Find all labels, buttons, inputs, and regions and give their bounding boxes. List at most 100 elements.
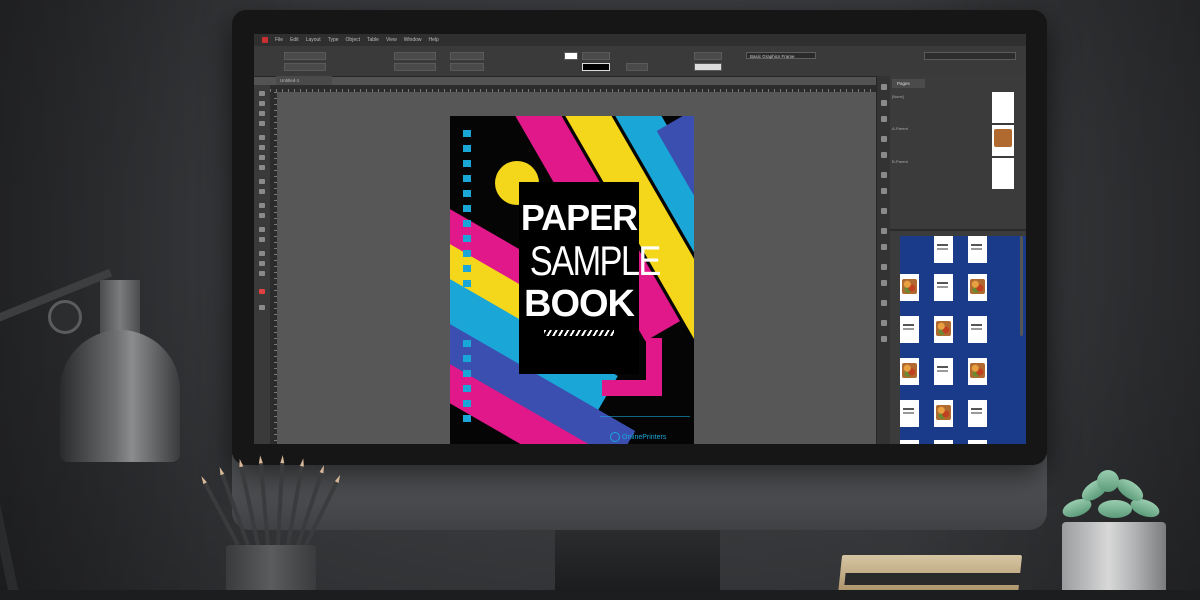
- table-panel-icon[interactable]: [881, 300, 887, 306]
- menu-window[interactable]: Window: [404, 37, 422, 43]
- type-tool-icon[interactable]: [259, 135, 265, 140]
- page-thumb-2[interactable]: [934, 236, 953, 263]
- page-thumb-5[interactable]: [934, 274, 953, 301]
- page-thumb-11[interactable]: [934, 358, 953, 385]
- free-transform-tool-icon[interactable]: [259, 213, 265, 218]
- book-cover-page[interactable]: PAPER SAMPLE BOOK OnlinePrinters: [450, 116, 694, 444]
- object-style-dropdown[interactable]: Basic Graphics Frame: [746, 52, 816, 59]
- logo-ring-icon: [610, 432, 620, 442]
- direct-selection-tool-icon[interactable]: [259, 101, 265, 106]
- x-field[interactable]: [284, 52, 326, 60]
- master-a-thumb[interactable]: [992, 125, 1014, 156]
- stroke-type-field[interactable]: [582, 63, 610, 71]
- panel-icon-strip: [876, 76, 891, 444]
- master-none-thumb[interactable]: [992, 92, 1014, 123]
- rectangle-tool-icon[interactable]: [259, 189, 265, 194]
- corner-bracket: [602, 338, 662, 396]
- gradient-panel-icon[interactable]: [881, 188, 887, 194]
- page-thumb-15[interactable]: [968, 400, 987, 427]
- menu-bar: File Edit Layout Type Object Table View …: [254, 34, 1026, 46]
- height-field[interactable]: [394, 63, 436, 71]
- menu-layout[interactable]: Layout: [306, 37, 321, 43]
- hatch-decoration: [544, 330, 614, 336]
- selection-tool-icon[interactable]: [259, 91, 265, 96]
- master-a-label[interactable]: A-Parent: [892, 126, 908, 131]
- scale-x-field[interactable]: [450, 52, 484, 60]
- master-b-label[interactable]: B-Parent: [892, 159, 908, 164]
- layers-panel-icon[interactable]: [881, 100, 887, 106]
- stroke-panel-icon[interactable]: [881, 136, 887, 142]
- gap-tool-icon[interactable]: [259, 121, 265, 126]
- line-tool-icon[interactable]: [259, 145, 265, 150]
- page-thumb-9[interactable]: [968, 316, 987, 343]
- eyedropper-tool-icon[interactable]: [259, 251, 265, 256]
- page-thumb-16[interactable]: [900, 440, 919, 444]
- pencil-tool-icon[interactable]: [259, 165, 265, 170]
- scale-y-field[interactable]: [450, 63, 484, 71]
- zoom-tool-icon[interactable]: [259, 271, 265, 276]
- menu-view[interactable]: View: [386, 37, 397, 43]
- master-none-label[interactable]: [None]: [892, 94, 904, 99]
- desk-lamp-shade: [60, 330, 180, 462]
- scissors-tool-icon[interactable]: [259, 203, 265, 208]
- cover-title-paper: PAPER: [520, 197, 638, 238]
- color-panel-icon[interactable]: [881, 172, 887, 178]
- page-thumb-17[interactable]: [934, 440, 953, 444]
- page-thumb-13[interactable]: [900, 400, 919, 427]
- dotted-column: [463, 130, 471, 430]
- page-thumb-10[interactable]: [900, 358, 919, 385]
- cc-libraries-panel-icon[interactable]: [881, 320, 887, 326]
- panel-divider: [890, 229, 1026, 231]
- menu-table[interactable]: Table: [367, 37, 379, 43]
- page-tool-icon[interactable]: [259, 111, 265, 116]
- page-thumb-4[interactable]: [900, 274, 919, 301]
- rectangle-frame-tool-icon[interactable]: [259, 179, 265, 184]
- pages-scrollbar[interactable]: [1020, 236, 1023, 336]
- page-thumb-14[interactable]: [934, 400, 953, 427]
- paragraph-panel-icon[interactable]: [881, 280, 887, 286]
- swatches-panel-icon[interactable]: [881, 152, 887, 158]
- footer-rule: [600, 416, 690, 417]
- plant-pot: [1062, 522, 1166, 600]
- menu-file[interactable]: File: [275, 37, 283, 43]
- opacity-field[interactable]: [626, 63, 648, 71]
- menu-object[interactable]: Object: [346, 37, 360, 43]
- page-thumb-18[interactable]: [968, 440, 987, 444]
- menu-edit[interactable]: Edit: [290, 37, 299, 43]
- stroke-weight-field[interactable]: [582, 52, 610, 60]
- page-thumb-7[interactable]: [900, 316, 919, 343]
- fill-swatch[interactable]: [564, 52, 578, 60]
- page-thumb-12[interactable]: [968, 358, 987, 385]
- lamp-neck: [100, 280, 140, 335]
- document-tab[interactable]: Untitled-1: [276, 76, 332, 85]
- ref-field[interactable]: [694, 52, 722, 60]
- page-thumb-6[interactable]: [968, 274, 987, 301]
- ref-field-2[interactable]: [694, 63, 722, 71]
- pages-panel: Pages [None] A-Parent B-Parent: [890, 76, 1026, 444]
- pen-tool-icon[interactable]: [259, 155, 265, 160]
- menu-type[interactable]: Type: [328, 37, 339, 43]
- y-field[interactable]: [284, 63, 326, 71]
- pages-panel-tab[interactable]: Pages: [892, 79, 925, 88]
- character-panel-icon[interactable]: [881, 264, 887, 270]
- hand-tool-icon[interactable]: [259, 261, 265, 266]
- master-b-thumb[interactable]: [992, 158, 1014, 189]
- monitor-chin: [232, 455, 1047, 530]
- links-panel-icon[interactable]: [881, 116, 887, 122]
- fill-stroke-swatch-icon[interactable]: [259, 289, 265, 294]
- cover-title-sample: SAMPLE: [529, 237, 662, 284]
- align-panel-icon[interactable]: [881, 244, 887, 250]
- search-field[interactable]: [924, 52, 1016, 60]
- effects-panel-icon[interactable]: [881, 208, 887, 214]
- text-wrap-panel-icon[interactable]: [881, 228, 887, 234]
- screen: File Edit Layout Type Object Table View …: [254, 34, 1026, 444]
- width-field[interactable]: [394, 52, 436, 60]
- properties-panel-icon[interactable]: [881, 336, 887, 342]
- screen-mode-icon[interactable]: [259, 305, 265, 310]
- note-tool-icon[interactable]: [259, 237, 265, 242]
- gradient-tool-icon[interactable]: [259, 227, 265, 232]
- menu-help[interactable]: Help: [429, 37, 439, 43]
- pages-panel-icon[interactable]: [881, 84, 887, 90]
- page-thumb-3[interactable]: [968, 236, 987, 263]
- page-thumb-8[interactable]: [934, 316, 953, 343]
